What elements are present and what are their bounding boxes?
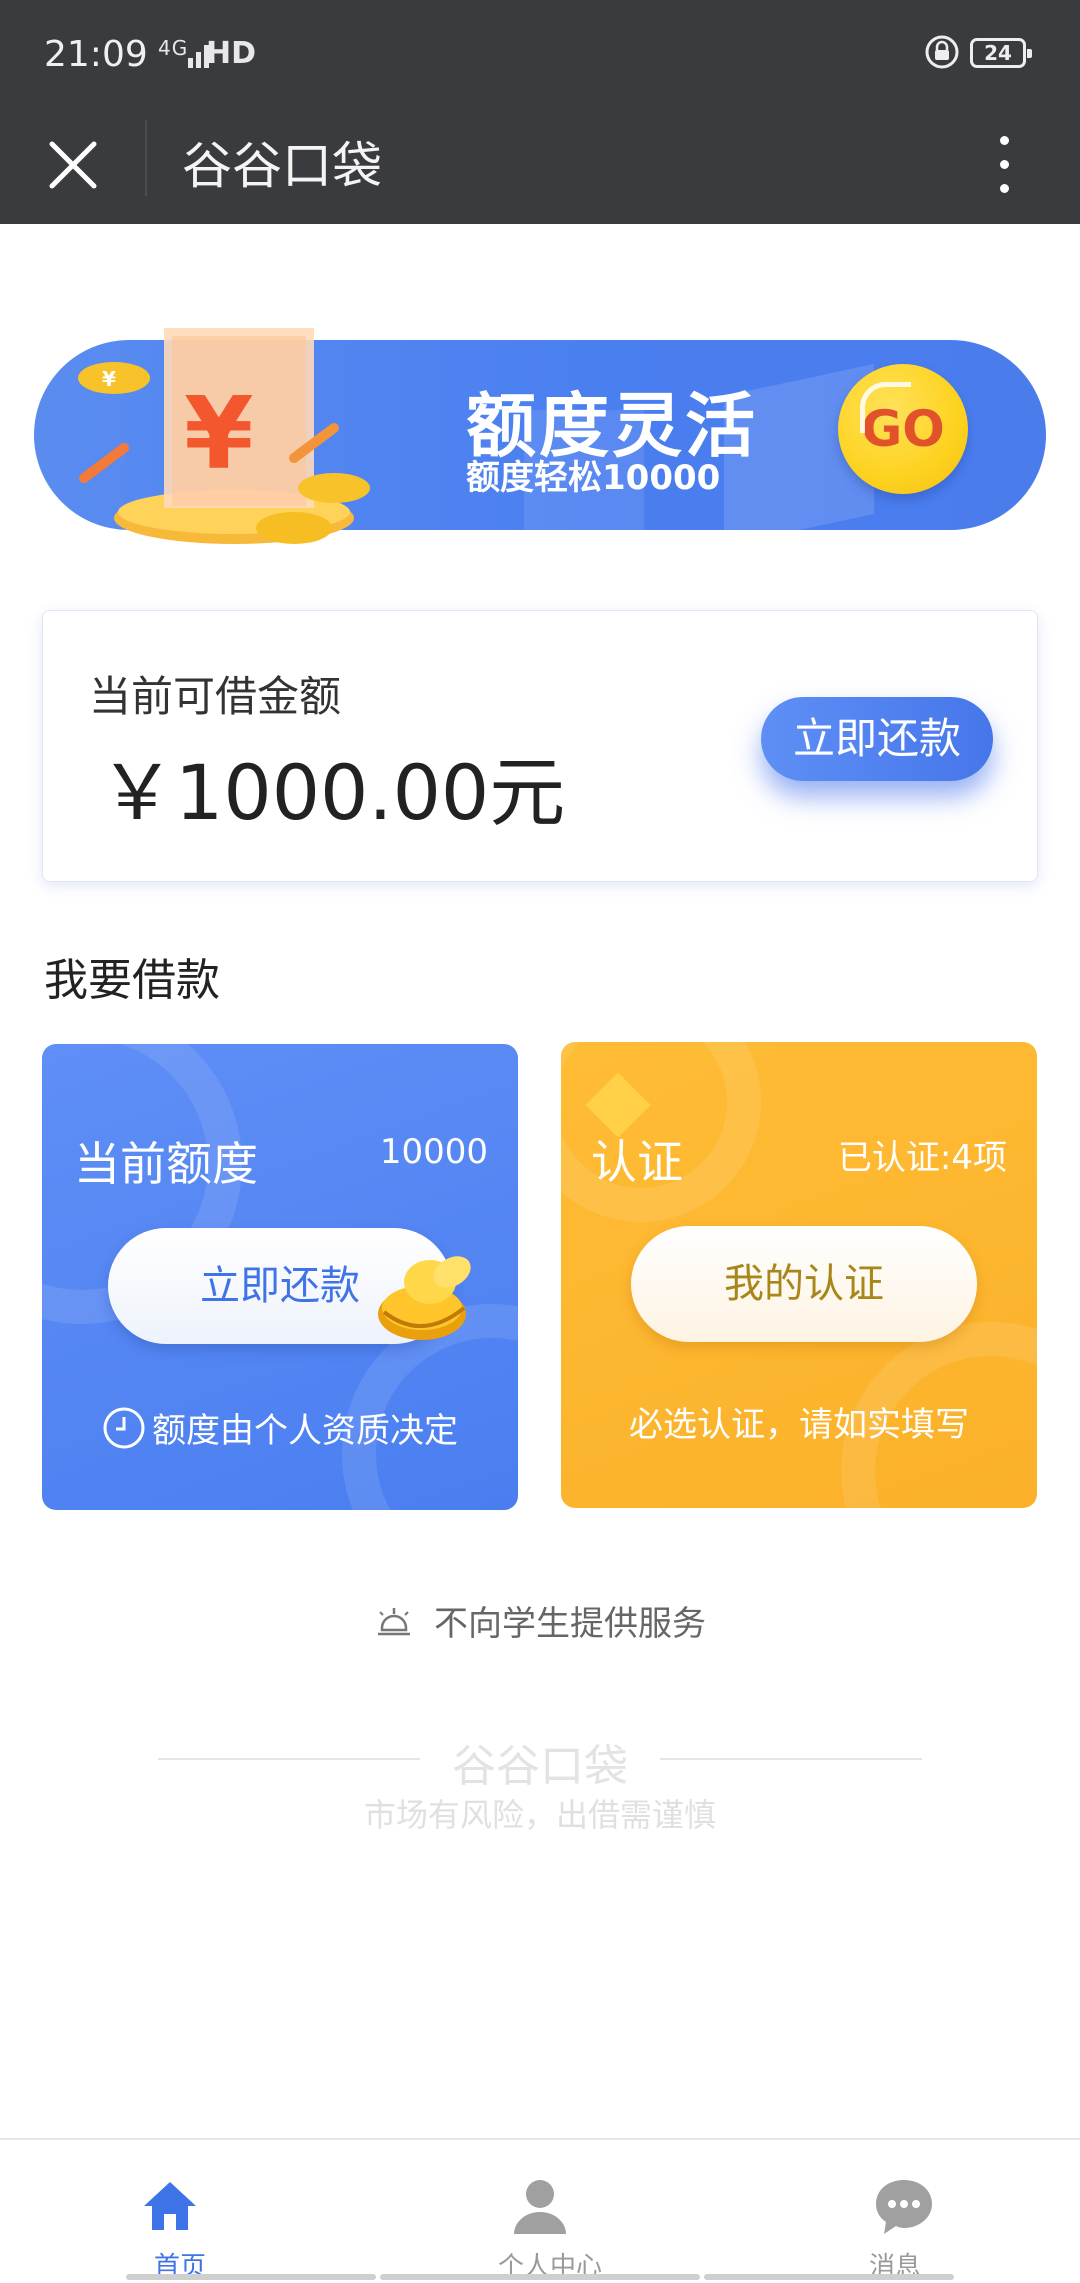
auth-note: 必选认证，请如实填写 bbox=[629, 1405, 969, 1445]
svg-text:¥: ¥ bbox=[184, 375, 254, 492]
quota-card: 当前额度 10000 立即还款 额度由个人资质决定 bbox=[42, 1044, 518, 1510]
go-button[interactable]: GO bbox=[838, 364, 968, 494]
coin-box-illustration: ¥ ¥ bbox=[78, 328, 370, 544]
message-icon bbox=[876, 2180, 932, 2234]
credit-label: 当前可借金额 bbox=[89, 672, 342, 721]
quota-value: 10000 bbox=[379, 1132, 488, 1172]
gesture-bar-right bbox=[704, 2274, 954, 2280]
title-divider bbox=[145, 120, 147, 196]
network-type: 4G bbox=[158, 36, 189, 60]
page-title: 谷谷口袋 bbox=[182, 137, 382, 195]
footer-slogan: 市场有风险，出借需谨慎 bbox=[363, 1796, 716, 1834]
svg-text:¥: ¥ bbox=[102, 367, 116, 391]
close-button[interactable] bbox=[38, 130, 108, 200]
lock-rotation-icon bbox=[925, 35, 959, 69]
promo-banner[interactable]: ¥ ¥ 额度灵活 额度轻松10000 GO bbox=[34, 318, 1046, 558]
notice-text: 不向学生提供服务 bbox=[434, 1604, 706, 1644]
hd-badge: HD bbox=[206, 36, 257, 71]
status-bar: 21:09 4G HD 24 bbox=[0, 0, 1080, 112]
gesture-bar-center bbox=[380, 2274, 700, 2280]
my-auth-button[interactable]: 我的认证 bbox=[631, 1226, 977, 1342]
auth-status: 已认证:4项 bbox=[837, 1138, 1007, 1178]
more-vertical-icon bbox=[1000, 136, 1009, 145]
battery-indicator: 24 bbox=[970, 38, 1032, 68]
close-icon bbox=[49, 141, 97, 189]
auth-card: 认证 已认证:4项 我的认证 必选认证，请如实填写 bbox=[561, 1042, 1037, 1508]
more-button[interactable] bbox=[978, 120, 1030, 210]
gold-ingot-icon bbox=[378, 1256, 471, 1340]
clock-icon bbox=[103, 1407, 145, 1449]
auth-heading: 认证 bbox=[591, 1135, 683, 1189]
banner-subtitle: 额度轻松10000 bbox=[466, 458, 721, 498]
user-icon bbox=[514, 2180, 566, 2234]
tab-profile[interactable]: 个人中心 bbox=[360, 2140, 720, 2282]
repay-now-button[interactable]: 立即还款 bbox=[761, 697, 993, 781]
title-bar: 谷谷口袋 bbox=[0, 112, 1080, 224]
footer-brand: 谷谷口袋 bbox=[452, 1741, 628, 1792]
tab-home[interactable]: 首页 bbox=[0, 2140, 360, 2282]
notice: 不向学生提供服务 bbox=[0, 1596, 1080, 1646]
section-title: 我要借款 bbox=[44, 955, 220, 1006]
bell-icon bbox=[378, 1607, 410, 1635]
tab-messages[interactable]: 消息 bbox=[720, 2140, 1080, 2282]
home-icon bbox=[144, 2182, 196, 2230]
bottom-tab-bar: 首页 个人中心 消息 bbox=[0, 2138, 1080, 2282]
quota-note-text: 额度由个人资质决定 bbox=[152, 1410, 458, 1451]
available-credit-card: 当前可借金额 ￥1000.00元 立即还款 bbox=[42, 610, 1038, 882]
gesture-bar-left bbox=[126, 2274, 376, 2280]
status-time: 21:09 bbox=[44, 34, 148, 75]
credit-amount: ￥1000.00元 bbox=[99, 748, 566, 837]
quota-heading: 当前额度 bbox=[74, 1137, 258, 1191]
quota-note: 额度由个人资质决定 bbox=[42, 1403, 518, 1455]
